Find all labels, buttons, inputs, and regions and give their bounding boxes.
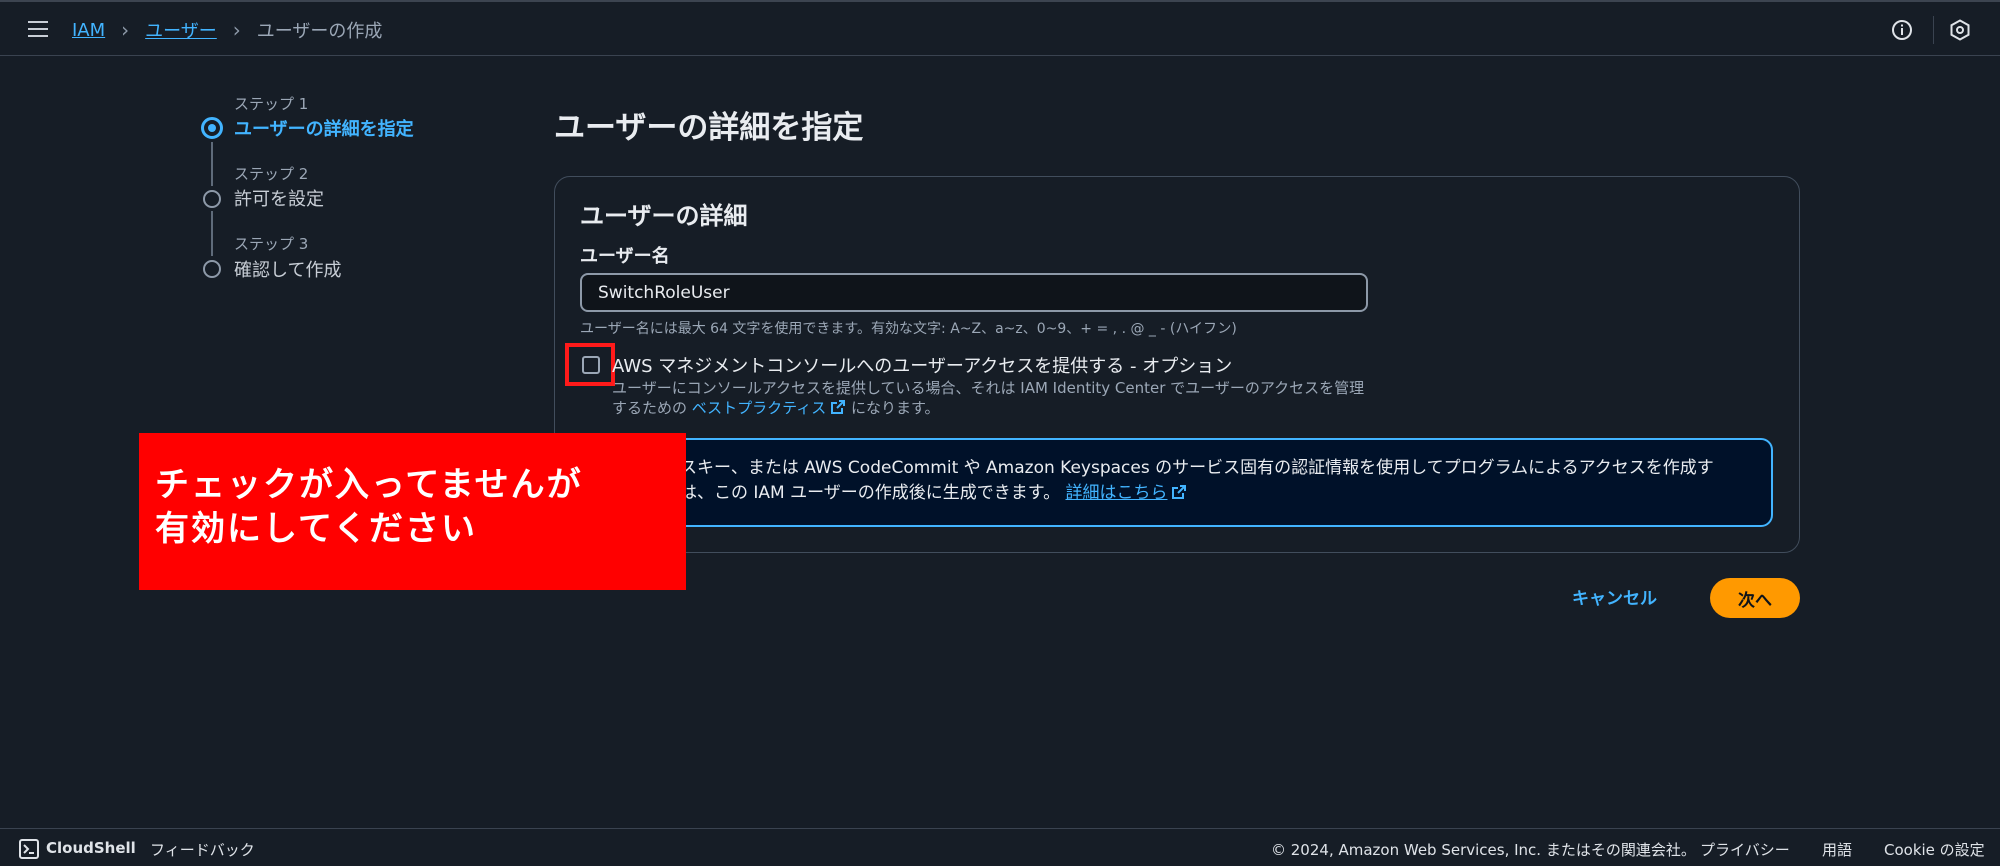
step-3-icon [203, 260, 221, 278]
info-alert-text: スキー、または AWS CodeCommit や Amazon Keyspace… [680, 456, 1760, 506]
settings-hex-icon[interactable] [1948, 18, 1972, 42]
step-2-title: 許可を設定 [234, 189, 324, 210]
section-title: ユーザーの詳細 [580, 202, 748, 230]
step-connector [211, 211, 213, 256]
feedback-link[interactable]: フィードバック [150, 839, 255, 860]
breadcrumb-link-users[interactable]: ユーザー [145, 17, 217, 43]
breadcrumb-link-iam[interactable]: IAM [72, 20, 105, 41]
header-divider [1933, 16, 1934, 44]
username-label: ユーザー名 [580, 246, 670, 267]
step-1-title[interactable]: ユーザーの詳細を指定 [234, 115, 414, 141]
learn-more-link-text: 詳細はこちら [1065, 483, 1168, 503]
cancel-button[interactable]: キャンセル [1572, 584, 1657, 609]
menu-icon[interactable] [28, 20, 50, 38]
step-3-label: ステップ 3 [234, 235, 309, 253]
chevron-right-icon: › [121, 18, 130, 42]
terms-link[interactable]: 用語 [1822, 839, 1852, 860]
cloudshell-link[interactable]: CloudShell [46, 839, 136, 857]
chevron-right-icon: › [232, 18, 241, 42]
next-button[interactable]: 次へ [1710, 578, 1800, 618]
info-icon[interactable] [1890, 18, 1914, 42]
annotation-line-2: 有効にしてください [155, 509, 477, 549]
cloudshell-icon[interactable] [19, 839, 39, 859]
console-access-description: ユーザーにコンソールアクセスを提供している場合、それは IAM Identity… [612, 378, 1372, 418]
page-title: ユーザーの詳細を指定 [554, 110, 864, 146]
step-1-active-icon [201, 117, 223, 139]
breadcrumb: IAM › ユーザー › ユーザーの作成 [72, 16, 382, 44]
footer: CloudShell フィードバック © 2024, Amazon Web Se… [0, 828, 2000, 866]
best-practice-link[interactable]: ベストプラクティス [692, 399, 846, 417]
top-navigation-bar: IAM › ユーザー › ユーザーの作成 [0, 0, 2000, 56]
username-input[interactable] [580, 273, 1368, 312]
console-access-desc-text-2: になります。 [850, 399, 940, 417]
info-line-2: は、この IAM ユーザーの作成後に生成できます。 [680, 483, 1061, 503]
external-link-icon [1172, 485, 1187, 499]
step-2-icon [203, 190, 221, 208]
learn-more-link[interactable]: 詳細はこちら [1065, 483, 1187, 503]
step-connector [211, 142, 213, 186]
console-access-label[interactable]: AWS マネジメントコンソールへのユーザーアクセスを提供する - オプション [612, 352, 1232, 378]
annotation-callout: チェックが入ってませんが 有効にしてください [139, 433, 686, 590]
privacy-link[interactable]: プライバシー [1700, 839, 1790, 860]
username-constraint: ユーザー名には最大 64 文字を使用できます。有効な文字: A~Z、a~z、0~… [580, 321, 1237, 337]
cookie-settings-link[interactable]: Cookie の設定 [1884, 839, 1985, 860]
external-link-icon [831, 400, 846, 414]
copyright-text: © 2024, Amazon Web Services, Inc. またはその関… [1271, 841, 1696, 859]
info-line-1: スキー、または AWS CodeCommit や Amazon Keyspace… [680, 458, 1714, 478]
step-2-label: ステップ 2 [234, 165, 309, 183]
info-line-2-wrapper: は、この IAM ユーザーの作成後に生成できます。 詳細はこちら [680, 481, 1760, 506]
step-3-title: 確認して作成 [234, 260, 342, 281]
checkbox-highlight-box [565, 343, 615, 386]
best-practice-link-text: ベストプラクティス [691, 399, 827, 417]
breadcrumb-current: ユーザーの作成 [256, 21, 383, 42]
annotation-line-1: チェックが入ってませんが [155, 465, 583, 505]
step-1-label: ステップ 1 [234, 95, 309, 113]
